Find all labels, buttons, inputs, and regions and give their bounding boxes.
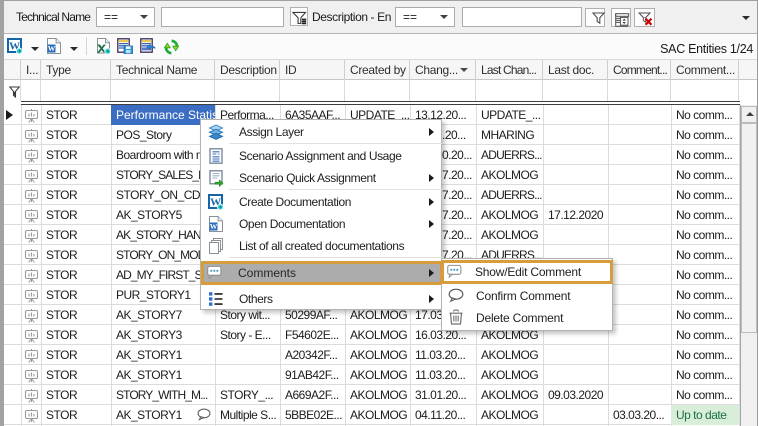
svg-text:W: W bbox=[48, 44, 56, 53]
svg-text:W: W bbox=[210, 222, 218, 231]
